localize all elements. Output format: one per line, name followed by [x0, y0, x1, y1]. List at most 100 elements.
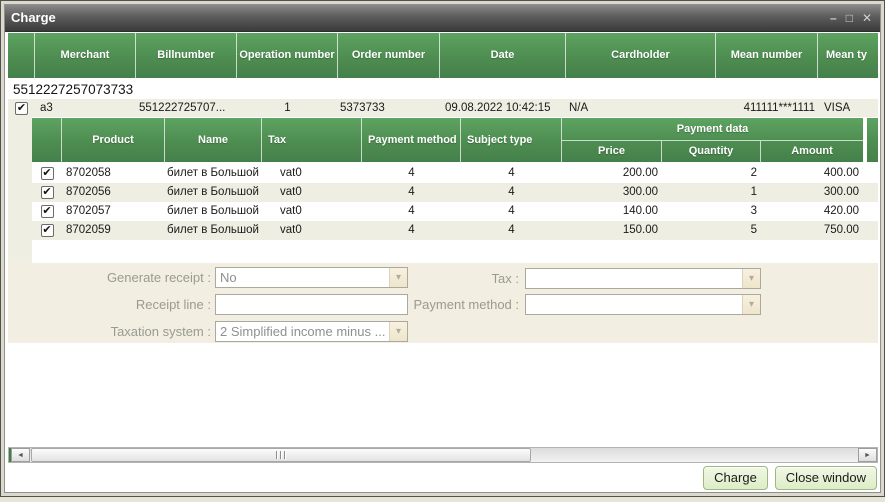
row-checkbox[interactable]: ✔ [15, 102, 28, 115]
header-date[interactable]: Date [440, 33, 566, 78]
dialog-footer: Charge Close window [8, 463, 878, 492]
header-subject-type[interactable]: Subject type [461, 118, 562, 162]
product-row[interactable]: ✔ 8702059 билет в Большой теа... vat0 4 … [32, 221, 878, 240]
cell-billnumber: 551222725707... [136, 99, 237, 117]
cell-tax: vat0 [262, 202, 362, 221]
row-detail-panel: Product Name Tax Payment method Subject … [8, 117, 878, 263]
charge-button[interactable]: Charge [703, 466, 768, 490]
charges-grid-header: Merchant Billnumber Operation number Ord… [8, 33, 878, 78]
cell-price: 200.00 [562, 164, 662, 183]
cell-price: 300.00 [562, 183, 662, 202]
cell-payment-method: 4 [362, 164, 461, 183]
product-header-checkbox-column [32, 118, 62, 162]
header-checkbox-column [8, 33, 35, 78]
tax-select[interactable]: ▾ [525, 268, 761, 289]
cell-quantity: 5 [662, 221, 761, 240]
receipt-line-label: Receipt line : [8, 294, 211, 315]
cell-subject-type: 4 [461, 183, 562, 202]
cell-order-number: 5373733 [338, 99, 440, 117]
payment-method-select[interactable]: ▾ [525, 294, 761, 315]
minimize-icon[interactable]: – [830, 12, 837, 24]
chevron-down-icon[interactable]: ▾ [742, 295, 760, 314]
screen: Charge – □ ✕ Merchant Billnumber Operati… [0, 0, 885, 502]
taxation-system-label: Taxation system : [8, 321, 211, 342]
header-billnumber[interactable]: Billnumber [136, 33, 237, 78]
product-row[interactable]: ✔ 8702056 билет в Большой теа... vat0 4 … [32, 183, 878, 202]
product-grid: Product Name Tax Payment method Subject … [32, 117, 878, 263]
cell-operation-number: 1 [237, 99, 338, 117]
header-tax[interactable]: Tax [262, 118, 362, 162]
window-title: Charge [11, 5, 56, 31]
cell-merchant: a3 [35, 99, 136, 117]
close-window-button[interactable]: Close window [775, 466, 877, 490]
header-payment-data: Payment data [562, 118, 863, 141]
cell-amount: 300.00 [761, 183, 863, 202]
product-checkbox[interactable]: ✔ [41, 224, 54, 237]
title-bar[interactable]: Charge – □ ✕ [5, 5, 880, 32]
header-quantity[interactable]: Quantity [662, 141, 761, 163]
cell-date: 09.08.2022 10:42:15 [440, 99, 566, 117]
scroll-left-icon[interactable]: ◄ [11, 448, 30, 462]
product-checkbox[interactable]: ✔ [41, 186, 54, 199]
taxation-system-select[interactable]: 2 Simplified income minus ... ▾ [215, 321, 408, 342]
product-row[interactable]: ✔ 8702057 билет в Большой теа... vat0 4 … [32, 202, 878, 221]
cell-quantity: 2 [662, 164, 761, 183]
header-order-number[interactable]: Order number [338, 33, 440, 78]
header-mean-type[interactable]: Mean ty [818, 33, 878, 78]
tax-label: Tax : [369, 268, 519, 289]
cell-quantity: 1 [662, 183, 761, 202]
cell-quantity: 3 [662, 202, 761, 221]
header-payment-method[interactable]: Payment method [362, 118, 461, 162]
chevron-down-icon[interactable]: ▾ [389, 322, 407, 341]
cell-mean-number: 411111***1111 [716, 99, 818, 117]
cell-name: билет в Большой теа... [165, 202, 262, 221]
product-checkbox[interactable]: ✔ [41, 167, 54, 180]
cell-subject-type: 4 [461, 202, 562, 221]
cell-product: 8702059 [62, 221, 165, 240]
charge-dialog: Charge – □ ✕ Merchant Billnumber Operati… [0, 0, 885, 497]
empty-area [8, 343, 878, 447]
product-checkbox[interactable]: ✔ [41, 205, 54, 218]
product-row[interactable]: ✔ 8702058 билет в Большой теа... vat0 4 … [32, 164, 878, 183]
cell-amount: 750.00 [761, 221, 863, 240]
cell-price: 150.00 [562, 221, 662, 240]
generate-receipt-value: No [220, 270, 237, 285]
product-grid-header: Product Name Tax Payment method Subject … [32, 118, 878, 162]
header-merchant[interactable]: Merchant [35, 33, 136, 78]
cell-tax: vat0 [262, 183, 362, 202]
cell-name: билет в Большой теа... [165, 221, 262, 240]
receipt-form: Generate receipt : No ▾ Receipt line : T… [8, 263, 878, 343]
cell-name: билет в Большой теа... [165, 164, 262, 183]
maximize-icon[interactable]: □ [846, 12, 853, 24]
cell-tax: vat0 [262, 221, 362, 240]
scrollbar-grip [284, 451, 286, 459]
cell-tax: vat0 [262, 164, 362, 183]
cell-payment-method: 4 [362, 202, 461, 221]
cell-payment-method: 4 [362, 183, 461, 202]
group-row[interactable]: 5512227257073733 [8, 80, 878, 99]
charge-row[interactable]: ✔ a3 551222725707... 1 5373733 09.08.202… [8, 99, 878, 117]
header-price[interactable]: Price [562, 141, 662, 163]
horizontal-scrollbar[interactable]: ◄ ► [8, 447, 878, 463]
scroll-right-icon[interactable]: ► [858, 448, 877, 462]
generate-receipt-label: Generate receipt : [8, 267, 211, 288]
header-operation-number[interactable]: Operation number [237, 33, 338, 78]
cell-payment-method: 4 [362, 221, 461, 240]
cell-name: билет в Большой теа... [165, 183, 262, 202]
taxation-system-value: 2 Simplified income minus ... [220, 324, 385, 339]
header-cardholder[interactable]: Cardholder [566, 33, 716, 78]
cell-amount: 400.00 [761, 164, 863, 183]
chevron-down-icon[interactable]: ▾ [742, 269, 760, 288]
cell-amount: 420.00 [761, 202, 863, 221]
scrollbar-thumb[interactable] [31, 448, 531, 462]
header-amount[interactable]: Amount [761, 141, 863, 163]
header-name[interactable]: Name [165, 118, 262, 162]
close-icon[interactable]: ✕ [862, 12, 872, 24]
cell-subject-type: 4 [461, 221, 562, 240]
header-mean-number[interactable]: Mean number [716, 33, 818, 78]
scrollbar-grip [280, 451, 282, 459]
header-product[interactable]: Product [62, 118, 165, 162]
header-next-column-clipped [867, 118, 878, 162]
cell-mean-type: VISA [818, 99, 878, 117]
cell-product: 8702056 [62, 183, 165, 202]
